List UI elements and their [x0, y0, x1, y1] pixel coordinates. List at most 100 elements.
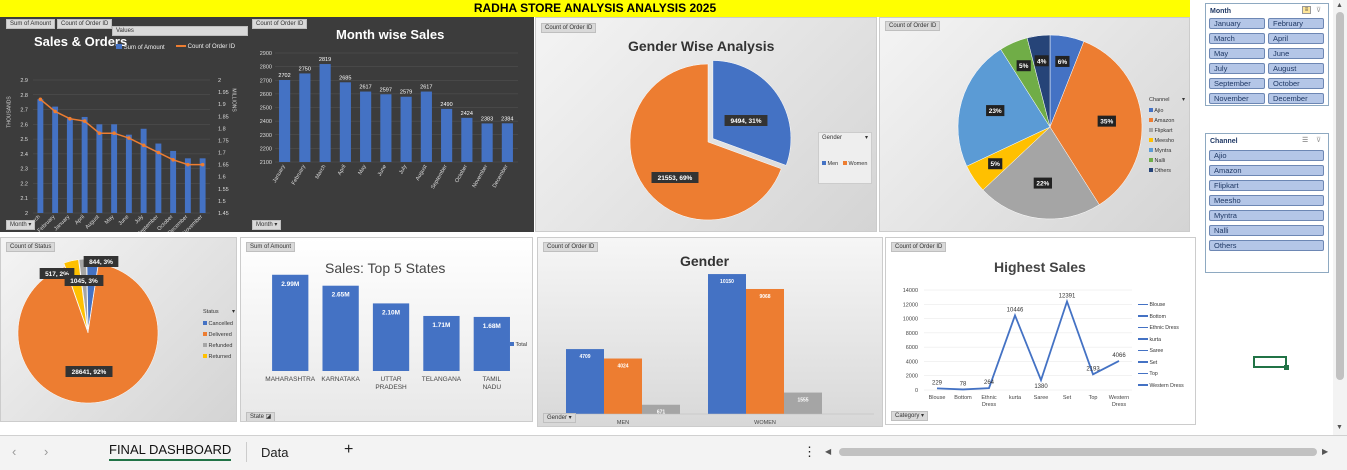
data-label: 1045, 3%: [70, 278, 98, 285]
slicer-item-february[interactable]: February: [1268, 18, 1324, 29]
month-slicer[interactable]: Month ≡ ⊽ January February March April May Ju…: [1205, 3, 1329, 106]
x-tick: July: [134, 214, 145, 225]
slicer-item-nalli[interactable]: Nalli: [1209, 225, 1324, 236]
legend-entry: Ajio: [1149, 106, 1174, 116]
channel-pie-chart[interactable]: Count of Order ID 6% 35% 22% 5% 23% 5% 4% Chan…: [879, 17, 1190, 232]
slicer-item-meesho[interactable]: Meesho: [1209, 195, 1324, 206]
data-label: 5%: [1019, 63, 1029, 70]
y-tick: 2300: [260, 133, 272, 139]
top-states-chart[interactable]: Sum of Amount Sales: Top 5 States 2.99M M…: [240, 237, 533, 422]
horizontal-scrollbar[interactable]: ◀ ▶: [825, 447, 1333, 457]
gender-wise-analysis-chart[interactable]: Count of Order ID Gender Wise Analysis 9…: [535, 17, 877, 232]
data-label: 2597: [380, 87, 392, 93]
scroll-thumb[interactable]: [839, 448, 1317, 456]
clear-filter-icon[interactable]: ⊽: [1316, 136, 1321, 144]
x-tick: Ethnic: [981, 395, 997, 401]
gender-field-button[interactable]: Gender ▾: [543, 413, 576, 423]
scroll-left-icon[interactable]: ◀: [825, 447, 831, 456]
point-count: [200, 162, 205, 167]
legend-entry: Refunded: [203, 341, 233, 352]
category-legend: Blouse Bottom Ethnic Dress kurta Saree S…: [1138, 300, 1184, 392]
scroll-right-icon[interactable]: ▶: [1322, 447, 1328, 456]
data-label: 2617: [420, 85, 432, 91]
highest-sales-chart[interactable]: Count of Order ID Highest Sales 0 2000 400…: [885, 237, 1196, 425]
slicer-item-august[interactable]: August: [1268, 63, 1324, 74]
slicer-item-others[interactable]: Others: [1209, 240, 1324, 251]
more-options-icon[interactable]: ⋮: [803, 444, 816, 460]
slicer-item-october[interactable]: October: [1268, 78, 1324, 89]
slicer-item-july[interactable]: July: [1209, 63, 1265, 74]
legend-entries: Ajio Amazon Flipkart Meesho Myntra Nalli…: [1149, 106, 1174, 176]
multi-select-icon[interactable]: ≡: [1302, 6, 1311, 14]
x-tick: August: [84, 214, 101, 231]
data-label: 2384: [501, 116, 513, 122]
sales-orders-chart[interactable]: Sum of Amount Count of Order ID Values S…: [0, 17, 248, 232]
slicer-item-december[interactable]: December: [1268, 93, 1324, 104]
legend-entry: kurta: [1138, 335, 1184, 347]
next-sheet-icon[interactable]: ›: [44, 444, 48, 459]
slicer-item-march[interactable]: March: [1209, 33, 1265, 44]
x-tick: Bottom: [954, 395, 972, 401]
data-label: 2.99M: [281, 281, 299, 288]
clear-filter-icon[interactable]: ⊽: [1316, 6, 1321, 14]
month-wise-sales-chart[interactable]: Count of Order ID Month wise Sales 2100 2…: [248, 17, 534, 232]
scroll-down-icon[interactable]: ▼: [1336, 424, 1343, 431]
bar-amount: [111, 124, 118, 213]
x-tick: NADU: [483, 384, 502, 391]
y-tick-right: 1.7: [218, 151, 226, 157]
month-field-button[interactable]: Month ▾: [252, 220, 282, 230]
legend-title: Channel: [1149, 97, 1170, 103]
sales-line: [936, 298, 1120, 391]
fill-handle[interactable]: [1284, 365, 1289, 370]
y-tick: 2000: [906, 374, 918, 380]
bar-amount: [66, 118, 73, 213]
data-label: 4709: [579, 354, 590, 360]
slicer-item-september[interactable]: September: [1209, 78, 1265, 89]
category-field-button[interactable]: Category ▾: [891, 411, 929, 421]
data-label: 2702: [278, 73, 290, 79]
data-label: 2.10M: [382, 309, 400, 316]
gender-bar-chart[interactable]: Count of Order ID Gender 4709 4024 671 MEN 1…: [537, 237, 883, 427]
state-field-button[interactable]: State ◪: [246, 412, 276, 421]
bar-amount: [96, 124, 103, 213]
legend-entry: Cancelled: [203, 319, 233, 330]
legend-filter-icon[interactable]: ▾: [865, 134, 868, 141]
slicer-item-april[interactable]: April: [1268, 33, 1324, 44]
slicer-item-may[interactable]: May: [1209, 48, 1265, 59]
legend-entry: Flipkart: [1149, 126, 1174, 136]
add-sheet-button[interactable]: +: [344, 441, 353, 459]
bar: [400, 96, 412, 162]
legend-filter-icon[interactable]: ▾: [232, 308, 235, 315]
slicer-item-flipkart[interactable]: Flipkart: [1209, 180, 1324, 191]
x-tick: January: [53, 214, 71, 232]
x-tick: May: [357, 164, 368, 176]
status-pie-chart[interactable]: Count of Status 844, 3% 517, 2% 1045, 3% 28…: [0, 237, 237, 422]
data-label-men: 9494, 31%: [730, 118, 761, 125]
x-tick: Saree: [1034, 395, 1049, 401]
multi-select-icon[interactable]: ☰: [1302, 136, 1308, 144]
slicer-item-amazon[interactable]: Amazon: [1209, 165, 1324, 176]
slicer-item-november[interactable]: November: [1209, 93, 1265, 104]
data-label: 264: [984, 380, 995, 386]
tab-final-dashboard[interactable]: FINAL DASHBOARD: [109, 442, 232, 461]
slicer-item-january[interactable]: January: [1209, 18, 1265, 29]
tab-data[interactable]: Data: [261, 445, 288, 460]
channel-slicer[interactable]: Channel ☰ ⊽ Ajio Amazon Flipkart Meesho Mynt…: [1205, 133, 1329, 273]
legend-entry: Returned: [203, 352, 233, 363]
legend-filter-icon[interactable]: ▾: [1182, 96, 1185, 103]
top-states-plot: 2.99M MAHARASHTRA 2.65M KARNATAKA 2.10M UTTAR…: [265, 274, 510, 391]
month-field-button[interactable]: Month ▾: [6, 220, 36, 230]
slicer-item-june[interactable]: June: [1268, 48, 1324, 59]
y-tick: 6000: [906, 345, 918, 351]
slicer-item-ajio[interactable]: Ajio: [1209, 150, 1324, 161]
vertical-scrollbar[interactable]: ▲ ▼: [1333, 0, 1347, 435]
prev-sheet-icon[interactable]: ‹: [12, 444, 16, 459]
y-tick-left: 2.2: [20, 181, 28, 187]
x-tick: October: [454, 164, 469, 184]
selected-cell[interactable]: [1253, 356, 1287, 368]
dashboard-title: RADHA STORE ANALYSIS ANALYSIS 2025: [0, 0, 1190, 17]
slicer-item-myntra[interactable]: Myntra: [1209, 210, 1324, 221]
scroll-up-icon[interactable]: ▲: [1336, 2, 1343, 9]
bar-amount: [184, 158, 191, 213]
scroll-thumb[interactable]: [1336, 12, 1344, 380]
